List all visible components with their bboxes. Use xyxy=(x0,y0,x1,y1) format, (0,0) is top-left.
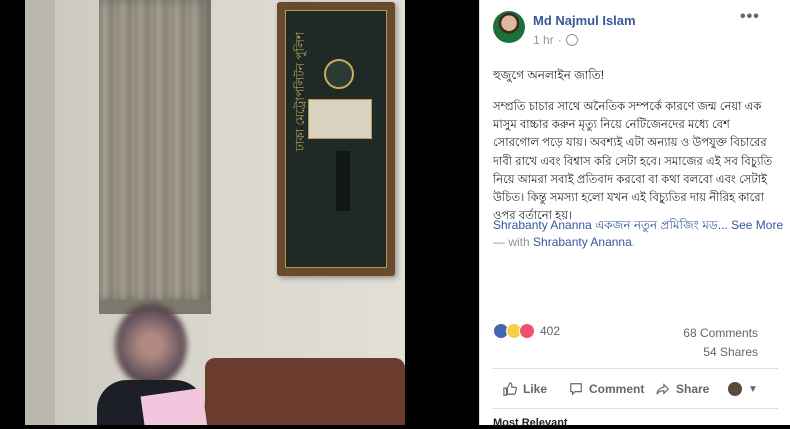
plaque-card xyxy=(308,99,372,139)
post-body: সম্প্রতি চাচার সাথে অনৈতিক সম্পর্কে কারণ… xyxy=(493,101,773,223)
post-as-selector[interactable]: ▼ xyxy=(728,382,758,396)
comments-count-link[interactable]: 68 Comments xyxy=(683,326,758,340)
divider-top xyxy=(493,368,778,369)
action-bar: Like Comment Share ▼ xyxy=(493,375,778,403)
author-name[interactable]: Md Najmul Islam xyxy=(533,13,636,28)
comment-label: Comment xyxy=(589,382,645,396)
more-options-button[interactable]: ••• xyxy=(740,8,760,26)
chevron-down-icon: ▼ xyxy=(748,383,758,395)
facebook-post: Md Najmul Islam 1 hr · ••• হুজুগে অনলাইন… xyxy=(479,0,790,429)
post-time[interactable]: 1 hr xyxy=(533,33,554,47)
tagged-text: Shrabanty Ananna একজন নতুন প্রমিজিং মড xyxy=(493,218,718,232)
police-plaque: ঢাকা মেট্রোপলিটন পুলিশ xyxy=(277,2,395,276)
sofa xyxy=(205,358,405,425)
share-arrow-icon xyxy=(656,383,670,395)
globe-icon[interactable] xyxy=(565,34,578,46)
share-button[interactable]: Share xyxy=(656,382,709,396)
author-avatar[interactable] xyxy=(493,11,525,43)
post-continuation: Shrabanty Ananna একজন নতুন প্রমিজিং মড..… xyxy=(493,217,783,237)
see-more-link[interactable]: See More xyxy=(731,218,783,232)
blurred-person xyxy=(97,300,208,425)
divider-bottom xyxy=(493,408,778,409)
post-meta: 1 hr · xyxy=(533,33,578,47)
shares-count-link[interactable]: 54 Shares xyxy=(703,345,758,359)
comment-button[interactable]: Comment xyxy=(569,382,644,396)
like-label: Like xyxy=(523,382,548,396)
like-button[interactable]: Like xyxy=(503,382,547,396)
wall-left xyxy=(25,0,55,425)
with-suffix: . xyxy=(631,235,636,249)
with-line: — with Shrabanty Ananna. xyxy=(493,235,635,249)
meta-separator: · xyxy=(557,33,562,47)
police-emblem-icon xyxy=(324,59,354,89)
reactions-summary[interactable]: 402 xyxy=(493,323,560,339)
tagged-user-link[interactable]: Shrabanty Ananna xyxy=(533,235,632,249)
curtain xyxy=(99,0,211,300)
love-reaction-icon xyxy=(519,323,535,339)
post-greeting: হুজুগে অনলাইন জাতি! xyxy=(493,68,605,82)
user-avatar-icon xyxy=(728,382,742,396)
share-label: Share xyxy=(676,382,710,396)
thumbs-up-icon xyxy=(503,382,517,396)
comment-icon xyxy=(570,383,582,396)
ellipsis: ... xyxy=(717,218,728,232)
blurred-face xyxy=(115,304,187,386)
with-prefix: — with xyxy=(493,235,530,249)
reaction-count[interactable]: 402 xyxy=(540,324,560,338)
post-photo[interactable]: ঢাকা মেট্রোপলিটন পুলিশ xyxy=(25,0,405,425)
plaque-slot xyxy=(336,151,350,211)
comments-sort-label[interactable]: Most Relevant xyxy=(493,417,568,429)
plaque-board: ঢাকা মেট্রোপলিটন পুলিশ xyxy=(285,10,387,268)
